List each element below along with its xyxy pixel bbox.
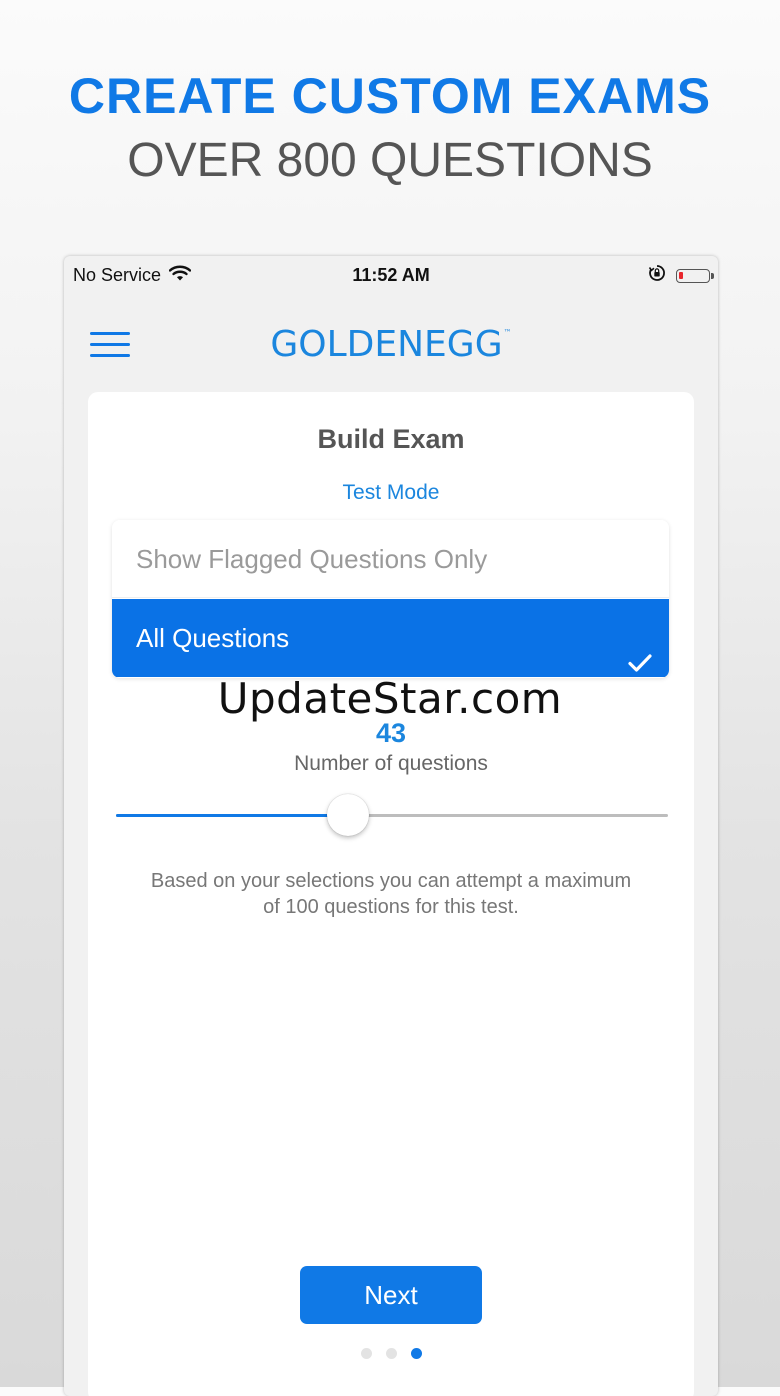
status-bar: No Service 11:52 AM xyxy=(64,256,718,294)
orientation-lock-icon xyxy=(648,264,666,287)
device-screen: No Service 11:52 AM GOLDENEGG™ Build Exa… xyxy=(64,256,718,1396)
checkmark-icon xyxy=(627,626,653,672)
battery-level xyxy=(679,271,683,279)
golden-egg-logo: GOLDENEGG™ xyxy=(64,324,718,365)
next-button[interactable]: Next xyxy=(300,1266,482,1324)
question-count-label: Number of questions xyxy=(294,752,488,775)
promo-subtitle: OVER 800 QUESTIONS xyxy=(127,134,653,187)
slider-thumb[interactable] xyxy=(327,794,369,836)
page-title: Build Exam xyxy=(317,424,465,454)
option-all-questions[interactable]: All Questions xyxy=(112,599,669,677)
question-count-slider[interactable] xyxy=(116,792,668,838)
status-time: 11:52 AM xyxy=(352,265,430,285)
battery-icon xyxy=(676,268,714,283)
test-mode-link[interactable]: Test Mode xyxy=(88,481,694,505)
build-exam-card: Build Exam Test Mode Show Flagged Questi… xyxy=(88,392,694,1396)
option-label: All Questions xyxy=(136,623,290,653)
status-right xyxy=(648,264,714,287)
logo-text: GOLDENEGG xyxy=(270,324,503,365)
page-dot-1[interactable] xyxy=(360,1348,372,1359)
page-indicator xyxy=(88,1348,694,1359)
page-dot-3[interactable] xyxy=(410,1348,422,1359)
nav-bar: GOLDENEGG™ xyxy=(64,296,718,390)
question-filter-dropdown: Show Flagged Questions Only All Question… xyxy=(112,520,669,678)
option-label: Show Flagged Questions Only xyxy=(136,544,488,574)
option-flagged-only[interactable]: Show Flagged Questions Only xyxy=(112,520,669,598)
slider-fill xyxy=(116,814,348,817)
trademark-mark: ™ xyxy=(503,328,512,337)
page-dot-2[interactable] xyxy=(385,1348,397,1359)
watermark-text: UpdateStar.com xyxy=(217,674,563,723)
max-questions-info: Based on your selections you can attempt… xyxy=(150,870,632,918)
promo-title: CREATE CUSTOM EXAMS xyxy=(68,68,712,124)
